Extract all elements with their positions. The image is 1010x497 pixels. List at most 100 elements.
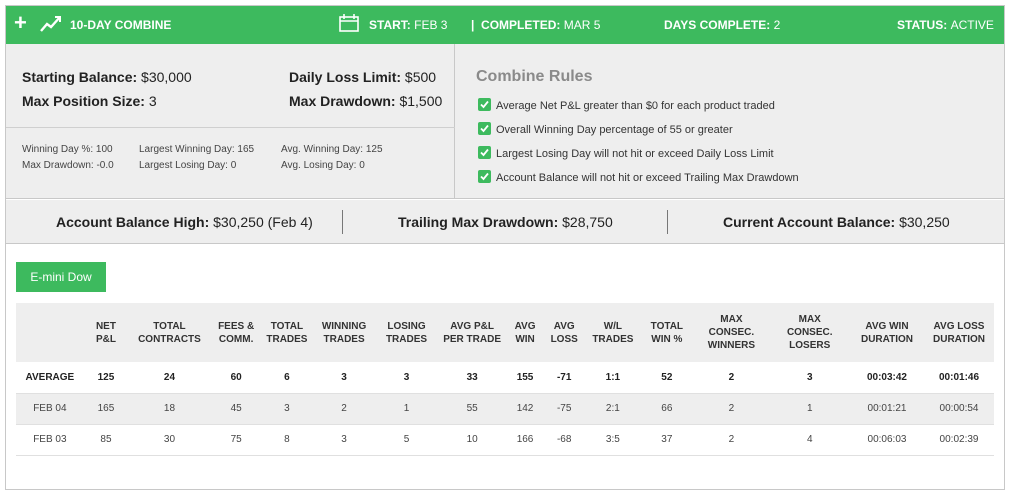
table-cell: 166 xyxy=(507,424,544,456)
table-cell: 3:5 xyxy=(585,424,641,456)
column-header: TOTAL CONTRACTS xyxy=(138,320,201,345)
table-row: FEB 04 165 18 45 3 2 1 55 142 -75 2:1 66 2 1 00:01:21 0… xyxy=(16,393,994,425)
stat-avg-losing-day: Avg. Losing Day: 0 xyxy=(281,160,365,171)
table-cell: FEB 04 xyxy=(16,393,84,425)
rule-item: Largest Losing Day will not hit or excee… xyxy=(478,146,774,160)
table-cell: 00:01:46 xyxy=(924,362,994,394)
combine-title: 10-DAY COMBINE xyxy=(70,18,172,32)
table-cell: 37 xyxy=(640,424,694,456)
table-cell: 00:01:21 xyxy=(849,393,925,425)
rule-item: Account Balance will not hit or exceed T… xyxy=(478,170,799,184)
plus-icon[interactable]: + xyxy=(14,12,27,34)
stat-winning-day-pct: Winning Day %: 100 xyxy=(22,144,113,155)
stat-max-drawdown: Max Drawdown: -0.0 xyxy=(22,160,114,171)
table-cell: 00:03:42 xyxy=(849,362,925,394)
table-cell: 2 xyxy=(312,393,376,425)
table-cell: 60 xyxy=(210,362,262,394)
status-badge: STATUS: ACTIVE xyxy=(897,18,994,32)
separator xyxy=(667,210,668,234)
column-header: LOSING TRADES xyxy=(385,320,428,345)
trend-icon xyxy=(40,16,61,32)
table-cell: 155 xyxy=(507,362,544,394)
table-row: FEB 03 85 30 75 8 3 5 10 166 -68 3:5 37 2 4 00:06:03 00… xyxy=(16,424,994,456)
table-cell: 2 xyxy=(693,362,770,394)
column-header: MAX CONSEC. WINNERS xyxy=(707,314,756,351)
table-cell: 3 xyxy=(312,362,376,394)
column-header: TOTAL TRADES xyxy=(266,320,308,345)
current-account-balance: Current Account Balance: $30,250 xyxy=(723,214,950,230)
table-cell: 4 xyxy=(769,424,850,456)
table-cell: 52 xyxy=(640,362,694,394)
header-bar: + 10-DAY COMBINE START: FEB 3 | COMPLETE… xyxy=(6,6,1004,44)
checkbox-checked-icon xyxy=(478,122,491,135)
stat-largest-winning-day: Largest Winning Day: 165 xyxy=(139,144,255,155)
trailing-max-drawdown: Trailing Max Drawdown: $28,750 xyxy=(398,214,613,230)
product-tab-emini-dow[interactable]: E-mini Dow xyxy=(16,262,106,292)
table-cell: 30 xyxy=(128,424,211,456)
column-header: FEES & COMM. xyxy=(218,320,255,345)
table-cell: 165 xyxy=(83,393,129,425)
table-cell: 2:1 xyxy=(585,393,641,425)
table-cell: AVERAGE xyxy=(16,362,84,394)
table-cell: 18 xyxy=(128,393,211,425)
table-cell: 00:06:03 xyxy=(849,424,925,456)
column-header: AVG WIN DURATION xyxy=(860,320,913,345)
table-cell: 142 xyxy=(507,393,544,425)
table-cell: -71 xyxy=(543,362,586,394)
days-complete: DAYS COMPLETE: 2 xyxy=(664,18,781,32)
column-header xyxy=(16,303,84,362)
table-header-row: NET P&L TOTAL CONTRACTS FEES & COMM. TOTAL … xyxy=(16,303,994,362)
table-cell: 125 xyxy=(83,362,129,394)
table-cell: 45 xyxy=(210,393,262,425)
column-header: NET P&L xyxy=(95,320,116,345)
max-drawdown: Max Drawdown: $1,500 xyxy=(289,93,443,109)
table-cell: 5 xyxy=(375,424,438,456)
table-cell: 00:00:54 xyxy=(924,393,994,425)
table-cell: 85 xyxy=(83,424,129,456)
table-cell: 10 xyxy=(437,424,508,456)
table-cell: 8 xyxy=(261,424,313,456)
performance-table: NET P&L TOTAL CONTRACTS FEES & COMM. TOTAL … xyxy=(16,303,994,456)
table-cell: 2 xyxy=(693,424,770,456)
table-cell: 3 xyxy=(769,362,850,394)
table-cell: 3 xyxy=(261,393,313,425)
completed-date: | COMPLETED: MAR 5 xyxy=(471,18,601,32)
table-cell: -68 xyxy=(543,424,586,456)
column-header: MAX CONSEC. LOSERS xyxy=(786,314,833,351)
starting-balance: Starting Balance: $30,000 xyxy=(22,69,192,85)
table-cell: -75 xyxy=(543,393,586,425)
table-cell: 24 xyxy=(128,362,211,394)
account-info: Starting Balance: $30,000 Daily Loss Lim… xyxy=(6,44,1004,199)
combine-panel: + 10-DAY COMBINE START: FEB 3 | COMPLETE… xyxy=(5,5,1005,490)
column-header: TOTAL WIN % xyxy=(650,320,684,345)
table-body: AVERAGE 125 24 60 6 3 3 33 155 -71 1:1 52 2 3 00:03:42… xyxy=(16,362,994,456)
separator xyxy=(342,210,343,234)
divider xyxy=(6,127,455,128)
rule-item: Overall Winning Day percentage of 55 or … xyxy=(478,122,733,136)
balance-summary: Account Balance High: $30,250 (Feb 4) Tr… xyxy=(6,200,1004,244)
checkbox-checked-icon xyxy=(478,146,491,159)
rules-title: Combine Rules xyxy=(476,68,593,85)
max-position-size: Max Position Size: 3 xyxy=(22,93,157,109)
account-parameters: Starting Balance: $30,000 Daily Loss Lim… xyxy=(6,44,455,199)
table-cell: 3 xyxy=(312,424,376,456)
table-cell: 00:02:39 xyxy=(924,424,994,456)
rule-item: Average Net P&L greater than $0 for each… xyxy=(478,98,775,112)
checkbox-checked-icon xyxy=(478,98,491,111)
table-cell: 2 xyxy=(693,393,770,425)
table-cell: 66 xyxy=(640,393,694,425)
account-balance-high: Account Balance High: $30,250 (Feb 4) xyxy=(56,214,313,230)
column-header: AVG P&L PER TRADE xyxy=(443,320,502,345)
table-cell: FEB 03 xyxy=(16,424,84,456)
table-cell: 6 xyxy=(261,362,313,394)
calendar-icon xyxy=(339,14,359,32)
table-cell: 33 xyxy=(437,362,508,394)
table-cell: 75 xyxy=(210,424,262,456)
stat-avg-winning-day: Avg. Winning Day: 125 xyxy=(281,144,383,155)
table-cell: 1 xyxy=(375,393,438,425)
start-date: START: FEB 3 xyxy=(369,18,448,32)
column-header: AVG LOSS DURATION xyxy=(933,320,986,345)
column-header: W/L TRADES xyxy=(592,320,634,345)
table-cell: 55 xyxy=(437,393,508,425)
stat-largest-losing-day: Largest Losing Day: 0 xyxy=(139,160,237,171)
